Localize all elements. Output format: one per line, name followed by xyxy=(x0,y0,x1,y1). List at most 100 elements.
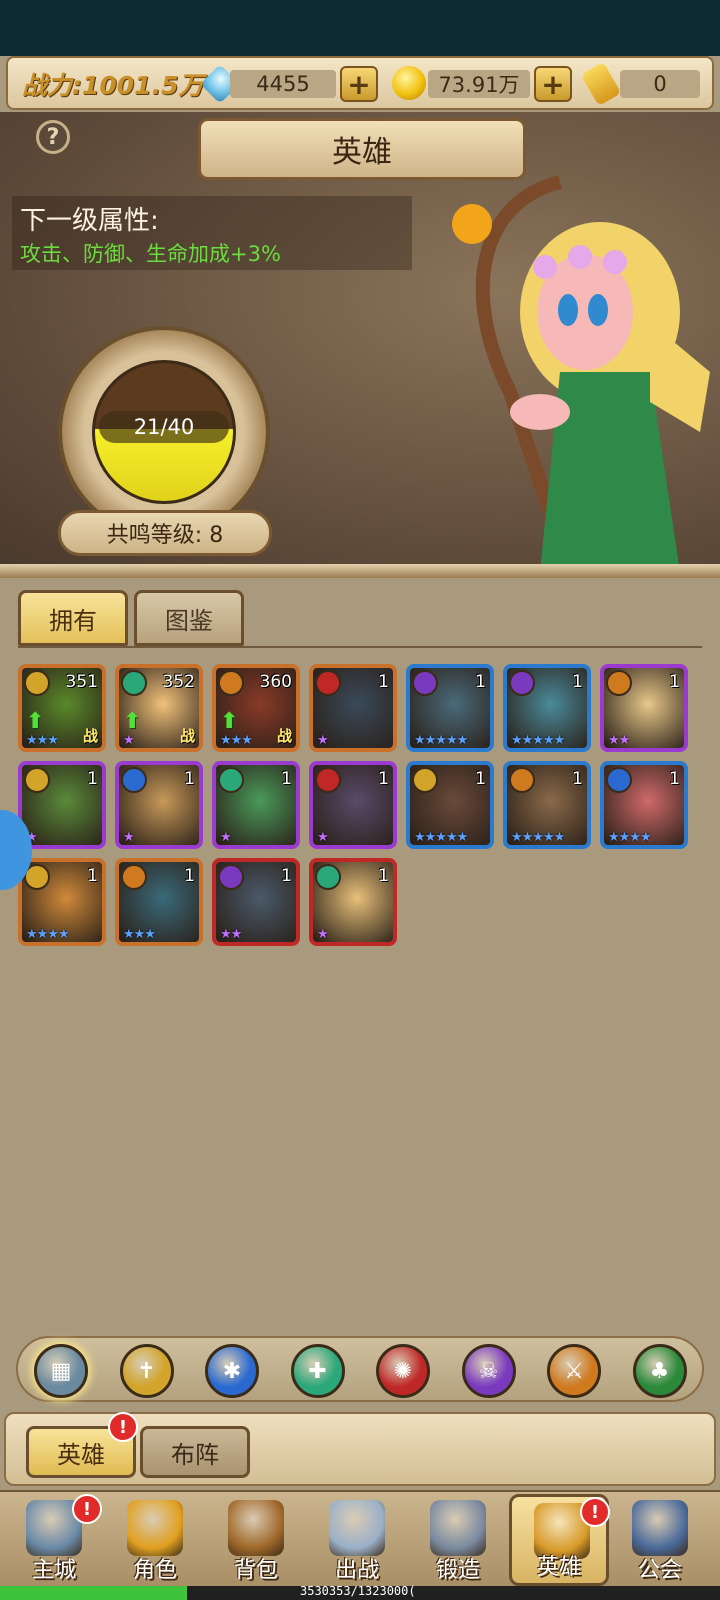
hero-count: 1 xyxy=(669,672,680,692)
filter-orange-button[interactable]: ⚔ xyxy=(547,1344,601,1398)
battle-tag: 战 xyxy=(82,727,98,745)
guild-shield-icon xyxy=(632,1500,688,1556)
hero-count: 352 xyxy=(162,672,195,692)
hero-count: 1 xyxy=(87,866,98,886)
hero-card[interactable]: 1 ★ xyxy=(115,761,203,849)
hero-stars: ★★★★★ xyxy=(414,733,468,748)
nav-label: 角色 xyxy=(132,1558,177,1583)
subtab-heroes-badge: ! xyxy=(108,1412,138,1442)
hero-stars: ★★★ xyxy=(26,733,59,748)
filter-blue-button[interactable]: ✱ xyxy=(205,1344,259,1398)
add-gold-button[interactable]: + xyxy=(534,66,572,102)
next-level-panel: 下一级属性: 攻击、防御、生命加成+3% xyxy=(12,196,412,270)
hero-count: 1 xyxy=(184,866,195,886)
faction-icon xyxy=(606,670,632,696)
nav-label: 出战 xyxy=(334,1558,379,1583)
upgrade-arrow-icon: ⬆ xyxy=(26,709,45,734)
exp-text: 3530353/1323000( xyxy=(300,1584,416,1598)
filter-red-button[interactable]: ✺ xyxy=(376,1344,430,1398)
hero-stars: ★★★ xyxy=(220,733,253,748)
hero-stars: ★★★★ xyxy=(26,927,70,942)
resource-bar: 战力:1001.5万 4455 + 73.91万 + 0 xyxy=(6,56,714,110)
hero-card[interactable]: 1 ★ xyxy=(309,761,397,849)
nav-item-4[interactable]: 锻造 xyxy=(408,1494,508,1586)
hero-card[interactable]: 1 ★ xyxy=(18,761,106,849)
resonance-progress: 21/40 xyxy=(99,411,229,443)
hero-card[interactable]: 1 ★ xyxy=(309,858,397,946)
hero-count: 1 xyxy=(87,769,98,789)
nav-label: 主城 xyxy=(31,1558,76,1583)
hero-card[interactable]: 1 ★ xyxy=(212,761,300,849)
hero-count: 1 xyxy=(475,769,486,789)
resonance-orb-frame[interactable]: 21/40 xyxy=(58,326,270,538)
combat-power: 战力:1001.5万 xyxy=(22,71,204,100)
hero-showcase: ? 英雄 下一级属性: 攻击、防御、生命加成+3% 21/40 共鸣等级: 8 xyxy=(0,112,720,564)
filter-teal-button[interactable]: ✚ xyxy=(290,1344,345,1398)
hero-count: 1 xyxy=(378,769,389,789)
hero-card[interactable]: 1 ★★ xyxy=(600,664,688,752)
hero-card[interactable]: 351 ⬆ ★★★ 战 xyxy=(18,664,106,752)
filter-all-button[interactable]: ▦ xyxy=(34,1344,88,1398)
faction-icon xyxy=(24,670,50,696)
nav-item-1[interactable]: 角色 xyxy=(105,1494,205,1586)
subtab-bar: 英雄 ! 布阵 xyxy=(4,1412,716,1486)
nav-label: 锻造 xyxy=(435,1558,480,1583)
hero-count: 351 xyxy=(65,672,98,692)
hero-card[interactable]: 1 ★★★★★ xyxy=(406,761,494,849)
resonance-level: 共鸣等级: 8 xyxy=(58,510,272,556)
help-button[interactable]: ? xyxy=(36,120,70,154)
filter-green-button[interactable]: ♣ xyxy=(632,1344,687,1398)
hero-count: 1 xyxy=(281,769,292,789)
crown-icon xyxy=(127,1500,183,1556)
nav-label: 公会 xyxy=(637,1558,682,1583)
nav-item-5[interactable]: 英雄! xyxy=(509,1494,610,1586)
hero-card[interactable]: 1 ★★★★★ xyxy=(503,664,591,752)
page-title: 英雄 xyxy=(198,118,526,180)
hero-card[interactable]: 360 ⬆ ★★★ 战 xyxy=(212,664,300,752)
hero-card[interactable]: 1 ★★★★ xyxy=(18,858,106,946)
hero-stars: ★★ xyxy=(220,927,242,942)
hero-card[interactable]: 1 ★★★★★ xyxy=(406,664,494,752)
add-gems-button[interactable]: + xyxy=(340,66,378,102)
faction-icon xyxy=(24,767,50,793)
nav-badge: ! xyxy=(580,1497,610,1527)
gold-coin-icon xyxy=(392,66,426,100)
hero-count: 1 xyxy=(378,866,389,886)
faction-icon xyxy=(315,767,341,793)
subtab-formation[interactable]: 布阵 xyxy=(140,1426,250,1478)
filter-gold-button[interactable]: ✝ xyxy=(119,1344,174,1398)
hero-card[interactable]: 352 ⬆ ★ 战 xyxy=(115,664,203,752)
hero-stars: ★ xyxy=(317,927,329,942)
exp-bar: 3530353/1323000( xyxy=(0,1584,720,1600)
hero-stars: ★ xyxy=(220,830,232,845)
nav-item-2[interactable]: 背包 xyxy=(206,1494,306,1586)
tab-owned[interactable]: 拥有 xyxy=(18,590,128,646)
hero-card[interactable]: 1 ★★★★★ xyxy=(503,761,591,849)
hero-card[interactable]: 1 ★ xyxy=(309,664,397,752)
swords-icon xyxy=(329,1500,385,1556)
faction-icon xyxy=(412,670,438,696)
hero-count: 1 xyxy=(184,769,195,789)
hero-count: 1 xyxy=(281,866,292,886)
backpack-icon xyxy=(228,1500,284,1556)
filter-purple-button[interactable]: ☠ xyxy=(461,1344,516,1398)
hero-card[interactable]: 1 ★★★ xyxy=(115,858,203,946)
faction-icon xyxy=(218,670,244,696)
gem-count: 4455 xyxy=(230,70,336,98)
hero-card[interactable]: 1 ★★★★ xyxy=(600,761,688,849)
nav-item-3[interactable]: 出战 xyxy=(307,1494,407,1586)
tab-underline xyxy=(18,646,702,648)
hero-stars: ★★ xyxy=(608,733,630,748)
faction-icon xyxy=(218,767,244,793)
battle-tag: 战 xyxy=(179,727,195,745)
hero-card[interactable]: 1 ★★ xyxy=(212,858,300,946)
resonance-orb: 21/40 xyxy=(92,360,236,504)
ticket-count: 0 xyxy=(620,70,700,98)
hero-count: 1 xyxy=(572,672,583,692)
next-level-desc: 攻击、防御、生命加成+3% xyxy=(20,242,281,266)
nav-item-0[interactable]: 主城! xyxy=(4,1494,104,1586)
nav-item-6[interactable]: 公会 xyxy=(610,1494,710,1586)
hero-stars: ★ xyxy=(317,830,329,845)
hammer-icon xyxy=(430,1500,486,1556)
tab-codex[interactable]: 图鉴 xyxy=(134,590,244,646)
